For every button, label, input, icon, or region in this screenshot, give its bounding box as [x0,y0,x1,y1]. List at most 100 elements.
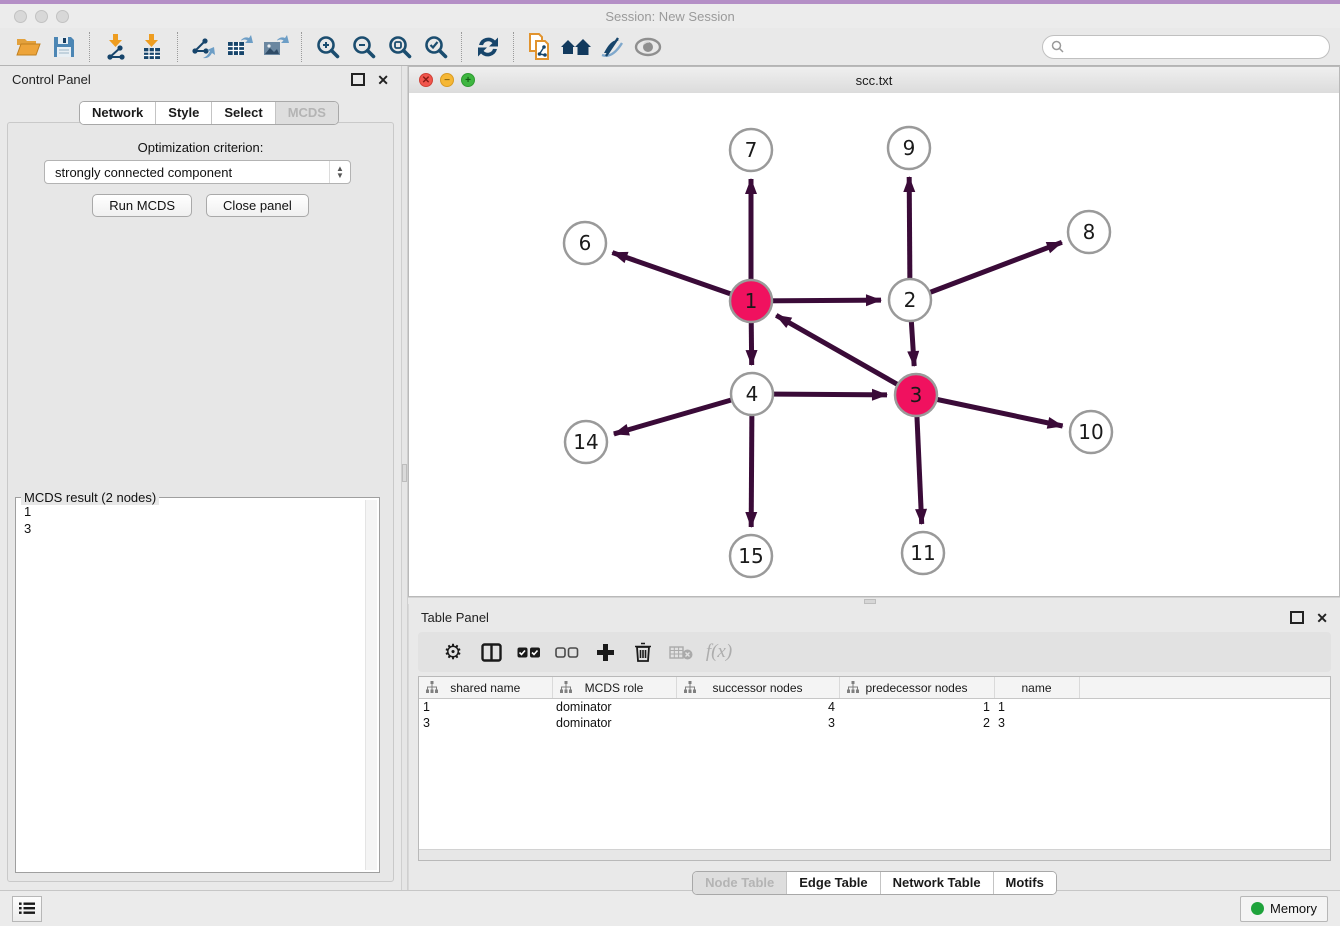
add-column-button[interactable] [586,636,624,668]
delete-table-button [662,636,700,668]
delete-table-icon [669,645,693,660]
plus-icon [596,643,615,662]
refresh-view-button[interactable] [470,31,506,63]
table-row[interactable]: 1dominator411 [419,699,1330,716]
memory-button[interactable]: Memory [1240,896,1328,922]
task-history-button[interactable] [12,896,42,922]
import-network-icon [103,34,129,60]
graph-node-11[interactable]: 11 [902,532,944,574]
horizontal-split-divider[interactable] [408,597,1340,604]
import-table-button[interactable] [134,31,170,63]
table-cell[interactable]: 4 [676,699,839,716]
graph-node-label: 8 [1083,220,1096,244]
graph-node-14[interactable]: 14 [565,421,607,463]
export-network-button[interactable] [186,31,222,63]
float-panel-icon[interactable] [351,73,365,86]
toolbar-separator [89,32,91,62]
graph-node-10[interactable]: 10 [1070,411,1112,453]
float-panel-icon[interactable] [1290,611,1304,624]
table-cell[interactable]: 3 [994,715,1079,731]
tab-network-table[interactable]: Network Table [880,872,993,894]
mcds-tab-content: Optimization criterion: strongly connect… [7,122,394,882]
close-panel-icon[interactable]: ✕ [1316,613,1328,623]
divider-handle[interactable] [402,464,407,482]
column-header-name[interactable]: name [994,677,1079,699]
graph-node-9[interactable]: 9 [888,127,930,169]
search-input[interactable] [1070,38,1321,55]
tab-style[interactable]: Style [155,102,211,124]
export-table-button[interactable] [222,31,258,63]
zoom-out-button[interactable] [346,31,382,63]
zoom-selected-button[interactable] [418,31,454,63]
column-header-predecessor-nodes[interactable]: predecessor nodes [839,677,994,699]
run-mcds-button[interactable]: Run MCDS [92,194,192,217]
delete-column-button[interactable] [624,636,662,668]
table-cell[interactable]: 1 [419,699,552,716]
graph-node-label: 6 [579,231,592,255]
column-header-mcds-role[interactable]: MCDS role [552,677,676,699]
show-graphics-details-button[interactable] [630,31,666,63]
memory-status-icon [1251,902,1264,915]
table-cell[interactable]: 3 [676,715,839,731]
zoom-in-icon [315,34,341,60]
column-header-shared-name[interactable]: shared name [419,677,552,699]
graph-node-8[interactable]: 8 [1068,211,1110,253]
tab-node-table[interactable]: Node Table [693,872,786,894]
select-all-checkboxes-button[interactable] [510,636,548,668]
table-cell[interactable]: dominator [552,715,676,731]
graph-node-7[interactable]: 7 [730,129,772,171]
vertical-split-divider[interactable] [401,66,408,890]
import-network-button[interactable] [98,31,134,63]
network-window-titlebar: ✕ − + scc.txt [409,67,1339,94]
table-hscroll-track[interactable] [419,849,1330,860]
attribute-tree-icon [426,681,438,693]
criterion-dropdown[interactable]: strongly connected component ▲▼ [44,160,351,184]
home-layout-button[interactable] [558,31,594,63]
graph-edge-3-10[interactable] [916,395,1063,426]
copy-network-button[interactable] [522,31,558,63]
graph-edge-3-1[interactable] [776,315,916,395]
graph-node-1[interactable]: 1 [730,280,772,322]
table-cell[interactable]: 1 [994,699,1079,716]
close-panel-icon[interactable]: ✕ [377,75,389,85]
tab-edge-table[interactable]: Edge Table [786,872,879,894]
graph-node-15[interactable]: 15 [730,535,772,577]
zoom-fit-button[interactable] [382,31,418,63]
tab-select[interactable]: Select [211,102,274,124]
hide-graphics-details-button[interactable] [594,31,630,63]
graph-node-2[interactable]: 2 [889,279,931,321]
toolbar-separator [301,32,303,62]
table-cell[interactable]: 1 [839,699,994,716]
table-row[interactable]: 3dominator323 [419,715,1330,731]
table-cell[interactable]: 2 [839,715,994,731]
dropdown-stepper-icon: ▲▼ [329,161,350,183]
graph-node-label: 2 [904,288,917,312]
network-canvas[interactable]: 7 9 6 8 1 2 4 3 14 10 15 11 [409,93,1339,596]
close-panel-button[interactable]: Close panel [206,194,309,217]
graph-node-3[interactable]: 3 [895,374,937,416]
tab-network[interactable]: Network [80,102,155,124]
gear-icon: ⚙ [444,642,463,662]
zoom-in-button[interactable] [310,31,346,63]
column-header-filler [1079,677,1330,699]
column-header-successor-nodes[interactable]: successor nodes [676,677,839,699]
result-scrollbar[interactable] [365,500,377,870]
graph-node-4[interactable]: 4 [731,373,773,415]
graph-node-6[interactable]: 6 [564,222,606,264]
save-session-button[interactable] [46,31,82,63]
checked-boxes-icon [517,647,541,658]
column-layout-button[interactable] [472,636,510,668]
table-cell[interactable]: 3 [419,715,552,731]
export-image-button[interactable] [258,31,294,63]
toolbar-separator [177,32,179,62]
tab-motifs[interactable]: Motifs [993,872,1056,894]
deselect-all-checkboxes-button[interactable] [548,636,586,668]
graph-node-label: 14 [573,430,598,454]
table-settings-button[interactable]: ⚙ [434,636,472,668]
open-session-button[interactable] [10,31,46,63]
table-cell[interactable]: dominator [552,699,676,716]
graph-edge-2-8[interactable] [910,242,1062,300]
refresh-icon [475,34,501,60]
tab-mcds[interactable]: MCDS [275,102,338,124]
mcds-result-text[interactable]: 1 3 [20,500,365,870]
